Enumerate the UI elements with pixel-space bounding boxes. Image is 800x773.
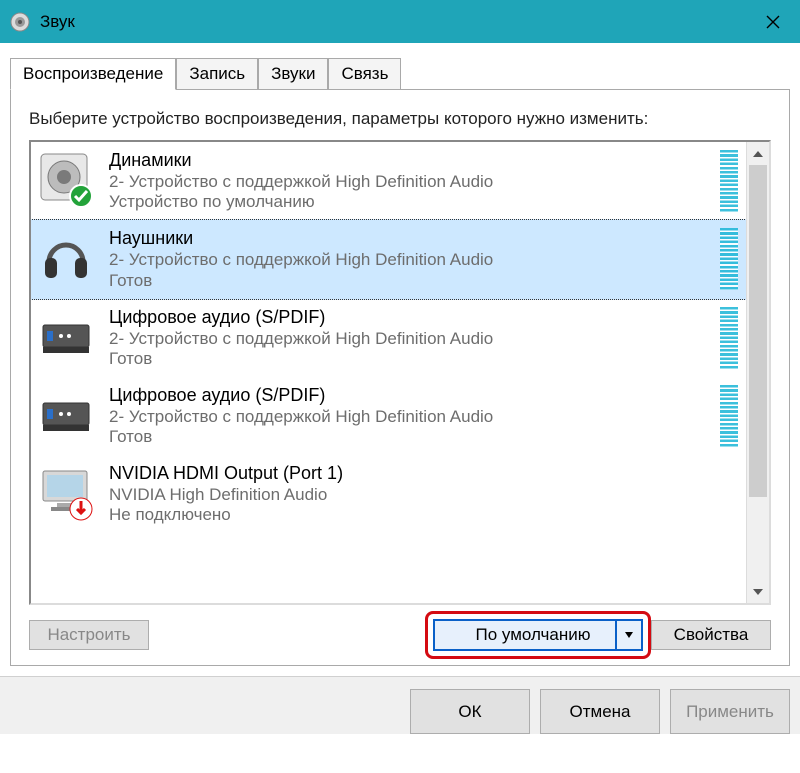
- level-meter: [720, 150, 738, 212]
- device-status: Готов: [109, 427, 712, 447]
- close-button[interactable]: [745, 0, 800, 43]
- device-text: NVIDIA HDMI Output (Port 1) NVIDIA High …: [109, 463, 712, 525]
- set-default-wrap: По умолчанию: [433, 619, 643, 651]
- dropdown-caret-icon[interactable]: [615, 621, 641, 649]
- device-item-headphones[interactable]: Наушники 2- Устройство с поддержкой High…: [31, 219, 746, 299]
- ok-button[interactable]: ОК: [410, 689, 530, 734]
- device-sub: 2- Устройство с поддержкой High Definiti…: [109, 406, 712, 427]
- device-status: Готов: [109, 271, 712, 291]
- device-title: Наушники: [109, 228, 712, 249]
- spdif-icon: [37, 307, 95, 365]
- tab-panel-playback: Выберите устройство воспроизведения, пар…: [10, 89, 790, 666]
- device-item-spdif[interactable]: Цифровое аудио (S/PDIF) 2- Устройство с …: [31, 299, 746, 377]
- set-default-button[interactable]: По умолчанию: [433, 619, 643, 651]
- device-status: Готов: [109, 349, 712, 369]
- instruction-text: Выберите устройство воспроизведения, пар…: [29, 108, 771, 130]
- level-meter: [720, 228, 738, 290]
- set-default-label: По умолчанию: [476, 625, 591, 644]
- level-meter: [720, 385, 738, 447]
- speakers-icon: [37, 150, 95, 208]
- scroll-down[interactable]: [747, 580, 769, 603]
- device-sub: 2- Устройство с поддержкой High Definiti…: [109, 171, 712, 192]
- spdif-icon: [37, 385, 95, 443]
- device-title: Цифровое аудио (S/PDIF): [109, 307, 712, 328]
- scroll-thumb[interactable]: [749, 165, 767, 497]
- sound-icon: [10, 12, 30, 32]
- level-meter: [720, 307, 738, 369]
- device-status: Устройство по умолчанию: [109, 192, 712, 212]
- dialog-footer: ОК Отмена Применить: [0, 676, 800, 734]
- apply-button[interactable]: Применить: [670, 689, 790, 734]
- device-item-spdif[interactable]: Цифровое аудио (S/PDIF) 2- Устройство с …: [31, 377, 746, 455]
- tab-record[interactable]: Запись: [176, 58, 258, 90]
- scroll-track[interactable]: [747, 165, 769, 580]
- device-title: NVIDIA HDMI Output (Port 1): [109, 463, 712, 484]
- window-title: Звук: [40, 12, 75, 32]
- device-list-container: Динамики 2- Устройство с поддержкой High…: [29, 140, 771, 605]
- device-sub: 2- Устройство с поддержкой High Definiti…: [109, 249, 712, 270]
- device-status: Не подключено: [109, 505, 712, 525]
- scrollbar[interactable]: [746, 142, 769, 603]
- device-title: Динамики: [109, 150, 712, 171]
- properties-button[interactable]: Свойства: [651, 620, 771, 650]
- device-text: Цифровое аудио (S/PDIF) 2- Устройство с …: [109, 385, 712, 447]
- monitor-icon: [37, 463, 95, 521]
- tab-playback[interactable]: Воспроизведение: [10, 58, 176, 90]
- device-sub: 2- Устройство с поддержкой High Definiti…: [109, 328, 712, 349]
- panel-button-row: Настроить По умолчанию Свойства: [29, 619, 771, 651]
- device-title: Цифровое аудио (S/PDIF): [109, 385, 712, 406]
- device-list[interactable]: Динамики 2- Устройство с поддержкой High…: [31, 142, 746, 603]
- device-text: Наушники 2- Устройство с поддержкой High…: [109, 228, 712, 290]
- tab-sounds[interactable]: Звуки: [258, 58, 328, 90]
- device-text: Динамики 2- Устройство с поддержкой High…: [109, 150, 712, 212]
- dialog-body: Воспроизведение Запись Звуки Связь Выбер…: [0, 43, 800, 676]
- configure-button[interactable]: Настроить: [29, 620, 149, 650]
- titlebar: Звук: [0, 0, 800, 43]
- device-sub: NVIDIA High Definition Audio: [109, 484, 712, 505]
- headphones-icon: [37, 228, 95, 286]
- device-text: Цифровое аудио (S/PDIF) 2- Устройство с …: [109, 307, 712, 369]
- cancel-button[interactable]: Отмена: [540, 689, 660, 734]
- tabstrip: Воспроизведение Запись Звуки Связь: [10, 58, 790, 91]
- scroll-up[interactable]: [747, 142, 769, 165]
- tab-comm[interactable]: Связь: [328, 58, 401, 90]
- device-item-hdmi[interactable]: NVIDIA HDMI Output (Port 1) NVIDIA High …: [31, 455, 746, 533]
- device-item-speakers[interactable]: Динамики 2- Устройство с поддержкой High…: [31, 142, 746, 220]
